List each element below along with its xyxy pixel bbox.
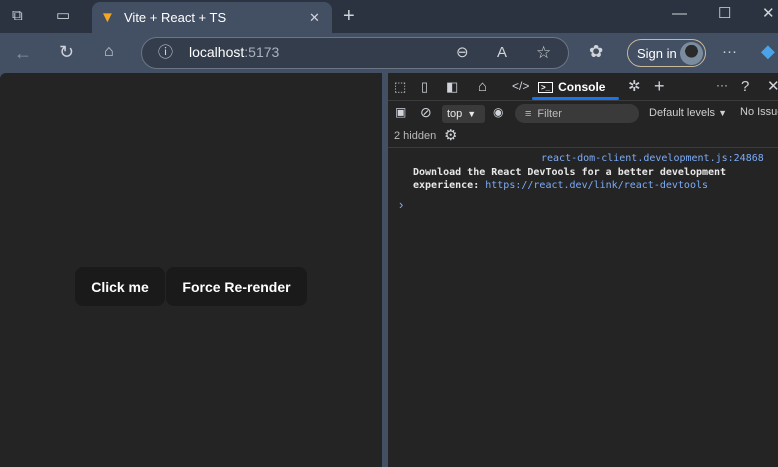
- url-text[interactable]: localhost:5173: [189, 44, 279, 60]
- devtools-tabs: ⬚ ▯ ◧ ⌂ </> >_ Console ✲ + ··· ? ✕: [388, 73, 778, 101]
- elements-icon[interactable]: </>: [512, 80, 529, 92]
- avatar: [680, 42, 703, 65]
- console-prompt[interactable]: ›: [399, 197, 403, 212]
- filter-placeholder: Filter: [537, 107, 562, 120]
- url-host: localhost: [189, 44, 245, 60]
- devtools-link[interactable]: https://react.dev/link/react-devtools: [485, 180, 708, 191]
- zoom-out-icon[interactable]: ⊖: [456, 45, 469, 60]
- device-icon[interactable]: ▯: [421, 80, 428, 93]
- tab-strip: ⧉ ▭ ▼ Vite + React + TS ✕ + — ☐ ✕: [0, 0, 778, 33]
- debug-bug-icon[interactable]: ✲: [628, 79, 641, 94]
- console-toolbar: ▣ ⊘ top ▼ ◉ ≡ Filter Default levels ▼ No I…: [388, 101, 778, 125]
- back-icon[interactable]: ←: [14, 44, 32, 62]
- new-tab-icon[interactable]: +: [343, 6, 355, 26]
- settings-gear-icon[interactable]: ⚙: [444, 128, 457, 143]
- console-tab-label: Console: [558, 80, 606, 94]
- tab-actions-icon[interactable]: ▭: [56, 8, 70, 23]
- add-tool-icon[interactable]: +: [654, 77, 665, 95]
- copilot-icon[interactable]: ◆: [761, 42, 775, 60]
- vite-logo-icon: ▼: [100, 9, 115, 26]
- favorite-icon[interactable]: ☆: [536, 44, 551, 61]
- log-levels-select[interactable]: Default levels ▼: [649, 107, 727, 119]
- url-port: :5173: [244, 44, 280, 60]
- welcome-home-icon[interactable]: ⌂: [478, 79, 487, 94]
- issues-count[interactable]: No Issues: [740, 106, 778, 118]
- read-aloud-icon[interactable]: A: [497, 45, 507, 60]
- console-message: Download the React DevTools for a better…: [413, 166, 743, 192]
- sign-in-label: Sign in: [637, 45, 677, 61]
- clear-console-icon[interactable]: ⊘: [420, 105, 432, 119]
- close-devtools-icon[interactable]: ✕: [767, 79, 778, 94]
- click-me-button[interactable]: Click me: [75, 267, 165, 306]
- sign-in-button[interactable]: Sign in: [627, 39, 706, 67]
- hidden-count: 2 hidden: [394, 130, 437, 142]
- source-link[interactable]: react-dom-client.development.js:24868: [541, 153, 764, 164]
- tab-console[interactable]: >_ Console: [531, 73, 621, 101]
- live-expression-eye-icon[interactable]: ◉: [493, 106, 503, 118]
- tab-title: Vite + React + TS: [124, 10, 227, 25]
- close-window-icon[interactable]: ✕: [762, 6, 775, 21]
- hidden-bar: 2 hidden ⚙: [388, 125, 778, 148]
- context-label: top: [447, 108, 463, 120]
- home-icon[interactable]: ⌂: [104, 44, 114, 60]
- filter-icon: ≡: [525, 107, 532, 120]
- minimize-icon[interactable]: —: [672, 6, 687, 21]
- inspect-icon[interactable]: ⬚: [394, 80, 406, 93]
- dock-icon[interactable]: ◧: [446, 80, 458, 93]
- message-source-link[interactable]: react-dom-client.development.js:24868: [541, 153, 764, 164]
- help-icon[interactable]: ?: [741, 79, 749, 94]
- console-icon: >_: [538, 81, 554, 93]
- filter-input[interactable]: ≡ Filter: [515, 104, 639, 123]
- force-rerender-button[interactable]: Force Re-render: [166, 267, 307, 306]
- more-tools-icon[interactable]: ···: [716, 79, 728, 91]
- devtools-panel: ⬚ ▯ ◧ ⌂ </> >_ Console ✲ + ··· ? ✕ ▣ ⊘ to…: [388, 73, 778, 467]
- maximize-icon[interactable]: ☐: [718, 6, 731, 21]
- workspaces-icon[interactable]: ⧉: [12, 8, 23, 23]
- sidebar-toggle-icon[interactable]: ▣: [395, 106, 406, 118]
- refresh-icon[interactable]: ↻: [59, 43, 74, 61]
- context-select[interactable]: top ▼: [442, 105, 485, 123]
- more-icon[interactable]: ···: [722, 44, 737, 59]
- log-levels-label: Default levels: [649, 107, 716, 119]
- dropdown-icon: ▼: [718, 108, 728, 118]
- site-info-icon[interactable]: ⓘ: [158, 45, 173, 60]
- browser-tab[interactable]: ▼ Vite + React + TS ✕: [92, 2, 332, 33]
- extensions-icon[interactable]: ✿: [589, 43, 603, 60]
- dropdown-icon: ▼: [467, 109, 477, 119]
- close-tab-icon[interactable]: ✕: [309, 11, 320, 24]
